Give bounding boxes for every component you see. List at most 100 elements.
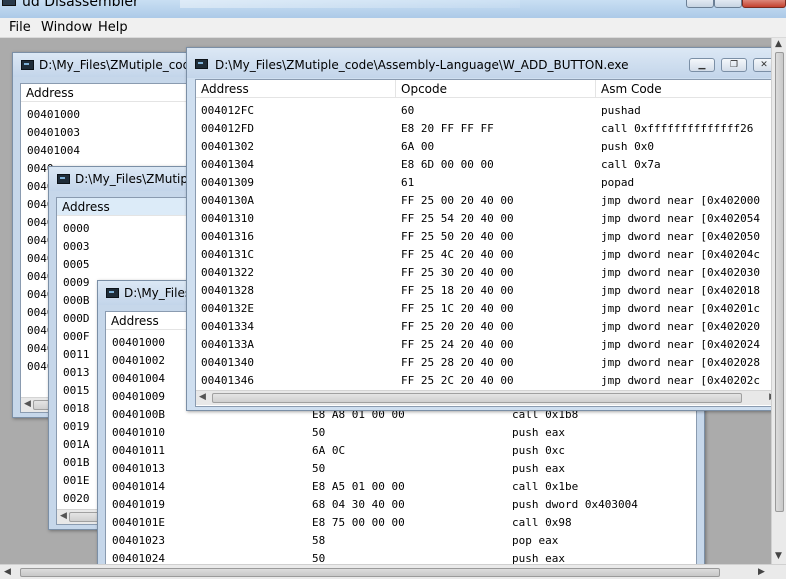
address-cell[interactable]: 001E <box>63 472 90 490</box>
address-cell[interactable]: 0040132E <box>201 300 254 318</box>
maximize-window-button[interactable] <box>714 0 742 8</box>
opcode-cell[interactable]: E8 75 00 00 00 <box>312 514 405 532</box>
opcode-cell[interactable]: FF 25 20 20 40 00 <box>401 318 514 336</box>
scroll-up-arrow-icon[interactable]: ▲ <box>775 40 782 49</box>
asm-code-cell[interactable]: jmp dword near [0x402024 <box>601 336 779 354</box>
horizontal-scrollbar[interactable]: ◀ ▶ <box>196 390 779 405</box>
menu-file[interactable]: File <box>9 20 31 35</box>
close-window-button[interactable] <box>742 0 786 8</box>
asm-code-cell[interactable]: push eax <box>512 424 638 442</box>
asm-code-cell[interactable]: jmp dword near [0x402050 <box>601 228 779 246</box>
asm-code-cell[interactable]: jmp dword near [0x402028 <box>601 354 779 372</box>
opcode-cell[interactable]: E8 A5 01 00 00 <box>312 478 405 496</box>
opcode-cell[interactable]: E8 6D 00 00 00 <box>401 156 514 174</box>
address-cell[interactable]: 00401328 <box>201 282 254 300</box>
address-cell[interactable]: 0040131C <box>201 246 254 264</box>
address-cell[interactable]: 0003 <box>63 238 90 256</box>
column-header-address[interactable]: Address <box>57 198 192 216</box>
address-cell[interactable]: 00401309 <box>201 174 254 192</box>
asm-code-cell[interactable]: push 0x0 <box>601 138 779 156</box>
address-cell[interactable]: 00401003 <box>27 124 80 142</box>
address-cell[interactable]: 0040100B <box>112 406 165 424</box>
address-cell[interactable]: 0018 <box>63 400 90 418</box>
child-restore-button[interactable]: ❐ <box>721 58 747 72</box>
scroll-left-arrow-icon[interactable]: ◀ <box>4 568 11 577</box>
menu-window[interactable]: Window <box>41 20 92 35</box>
asm-code-cell[interactable]: jmp dword near [0x402020 <box>601 318 779 336</box>
opcode-cell[interactable]: FF 25 18 20 40 00 <box>401 282 514 300</box>
address-cell[interactable]: 00401000 <box>112 334 165 352</box>
window-2-caption[interactable]: D:\My_Files\ZMutipl <box>49 167 192 191</box>
asm-code-cell[interactable]: push eax <box>512 460 638 478</box>
active-window-list[interactable]: Address Opcode Asm Code 004012FC 004012FD… <box>195 79 779 407</box>
main-vertical-scrollbar[interactable]: ▲ ▼ <box>771 38 786 566</box>
address-cell[interactable]: 000D <box>63 310 90 328</box>
address-cell[interactable]: 0015 <box>63 382 90 400</box>
main-horizontal-scroll-thumb[interactable] <box>20 568 720 577</box>
opcode-cell[interactable]: FF 25 28 20 40 00 <box>401 354 514 372</box>
scroll-down-arrow-icon[interactable]: ▼ <box>775 552 782 561</box>
address-cell[interactable]: 00401304 <box>201 156 254 174</box>
asm-code-cell[interactable]: call 0xffffffffffffff26 <box>601 120 779 138</box>
asm-code-cell[interactable]: push dword 0x403004 <box>512 496 638 514</box>
address-cell[interactable]: 0011 <box>63 346 90 364</box>
address-cell[interactable]: 001B <box>63 454 90 472</box>
opcode-cell[interactable]: 68 04 30 40 00 <box>312 496 405 514</box>
asm-code-cell[interactable]: jmp dword near [0x402030 <box>601 264 779 282</box>
address-cell[interactable]: 0040101E <box>112 514 165 532</box>
address-cell[interactable]: 00401340 <box>201 354 254 372</box>
main-vertical-scroll-thumb[interactable] <box>775 52 784 512</box>
scroll-left-arrow-icon[interactable]: ◀ <box>60 511 67 521</box>
opcode-cell[interactable]: 6A 00 <box>401 138 514 156</box>
address-cell[interactable]: 00401011 <box>112 442 165 460</box>
address-cell[interactable]: 00401023 <box>112 532 165 550</box>
asm-code-cell[interactable]: call 0x1be <box>512 478 638 496</box>
asm-code-cell[interactable]: pop eax <box>512 532 638 550</box>
opcode-cell[interactable]: FF 25 2C 20 40 00 <box>401 372 514 390</box>
address-cell[interactable]: 0000 <box>63 220 90 238</box>
scroll-right-arrow-icon[interactable]: ▶ <box>758 568 765 577</box>
opcode-cell[interactable]: 60 <box>401 102 514 120</box>
opcode-cell[interactable]: FF 25 54 20 40 00 <box>401 210 514 228</box>
address-cell[interactable]: 0040133A <box>201 336 254 354</box>
address-cell[interactable]: 00401302 <box>201 138 254 156</box>
address-cell[interactable]: 0013 <box>63 364 90 382</box>
opcode-cell[interactable]: FF 25 50 20 40 00 <box>401 228 514 246</box>
address-cell[interactable]: 0019 <box>63 418 90 436</box>
column-header-address[interactable]: Address <box>196 80 396 98</box>
address-cell[interactable]: 0040130A <box>201 192 254 210</box>
asm-code-cell[interactable]: jmp dword near [0x40201c <box>601 300 779 318</box>
asm-code-cell[interactable]: call 0x98 <box>512 514 638 532</box>
column-header-address[interactable]: Address <box>21 84 191 102</box>
column-header-opcode[interactable]: Opcode <box>396 80 596 98</box>
asm-code-cell[interactable]: jmp dword near [0x40202c <box>601 372 779 390</box>
address-cell[interactable]: 004012FC <box>201 102 254 120</box>
asm-code-cell[interactable]: call 0x7a <box>601 156 779 174</box>
address-cell[interactable]: 00401334 <box>201 318 254 336</box>
child-minimize-button[interactable]: ▁ <box>689 58 715 72</box>
opcode-cell[interactable]: 61 <box>401 174 514 192</box>
menu-help[interactable]: Help <box>98 20 128 35</box>
address-cell[interactable]: 00401310 <box>201 210 254 228</box>
opcode-cell[interactable]: 58 <box>312 532 405 550</box>
asm-code-cell[interactable]: pushad <box>601 102 779 120</box>
scroll-left-arrow-icon[interactable]: ◀ <box>24 399 31 409</box>
address-cell[interactable]: 00401316 <box>201 228 254 246</box>
opcode-cell[interactable]: 50 <box>312 424 405 442</box>
address-cell[interactable]: 000F <box>63 328 90 346</box>
address-cell[interactable]: 000B <box>63 292 90 310</box>
asm-code-cell[interactable]: push 0xc <box>512 442 638 460</box>
opcode-cell[interactable]: FF 25 1C 20 40 00 <box>401 300 514 318</box>
address-cell[interactable]: 0009 <box>63 274 90 292</box>
address-cell[interactable]: 00401013 <box>112 460 165 478</box>
opcode-cell[interactable]: 50 <box>312 460 405 478</box>
address-cell[interactable]: 00401346 <box>201 372 254 390</box>
asm-code-cell[interactable]: jmp dword near [0x40204c <box>601 246 779 264</box>
opcode-cell[interactable]: FF 25 4C 20 40 00 <box>401 246 514 264</box>
address-cell[interactable]: 00401002 <box>112 352 165 370</box>
address-cell[interactable]: 00401019 <box>112 496 165 514</box>
asm-code-cell[interactable]: popad <box>601 174 779 192</box>
address-cell[interactable]: 00401004 <box>27 142 80 160</box>
address-cell[interactable]: 0020 <box>63 490 90 508</box>
opcode-cell[interactable]: FF 25 30 20 40 00 <box>401 264 514 282</box>
